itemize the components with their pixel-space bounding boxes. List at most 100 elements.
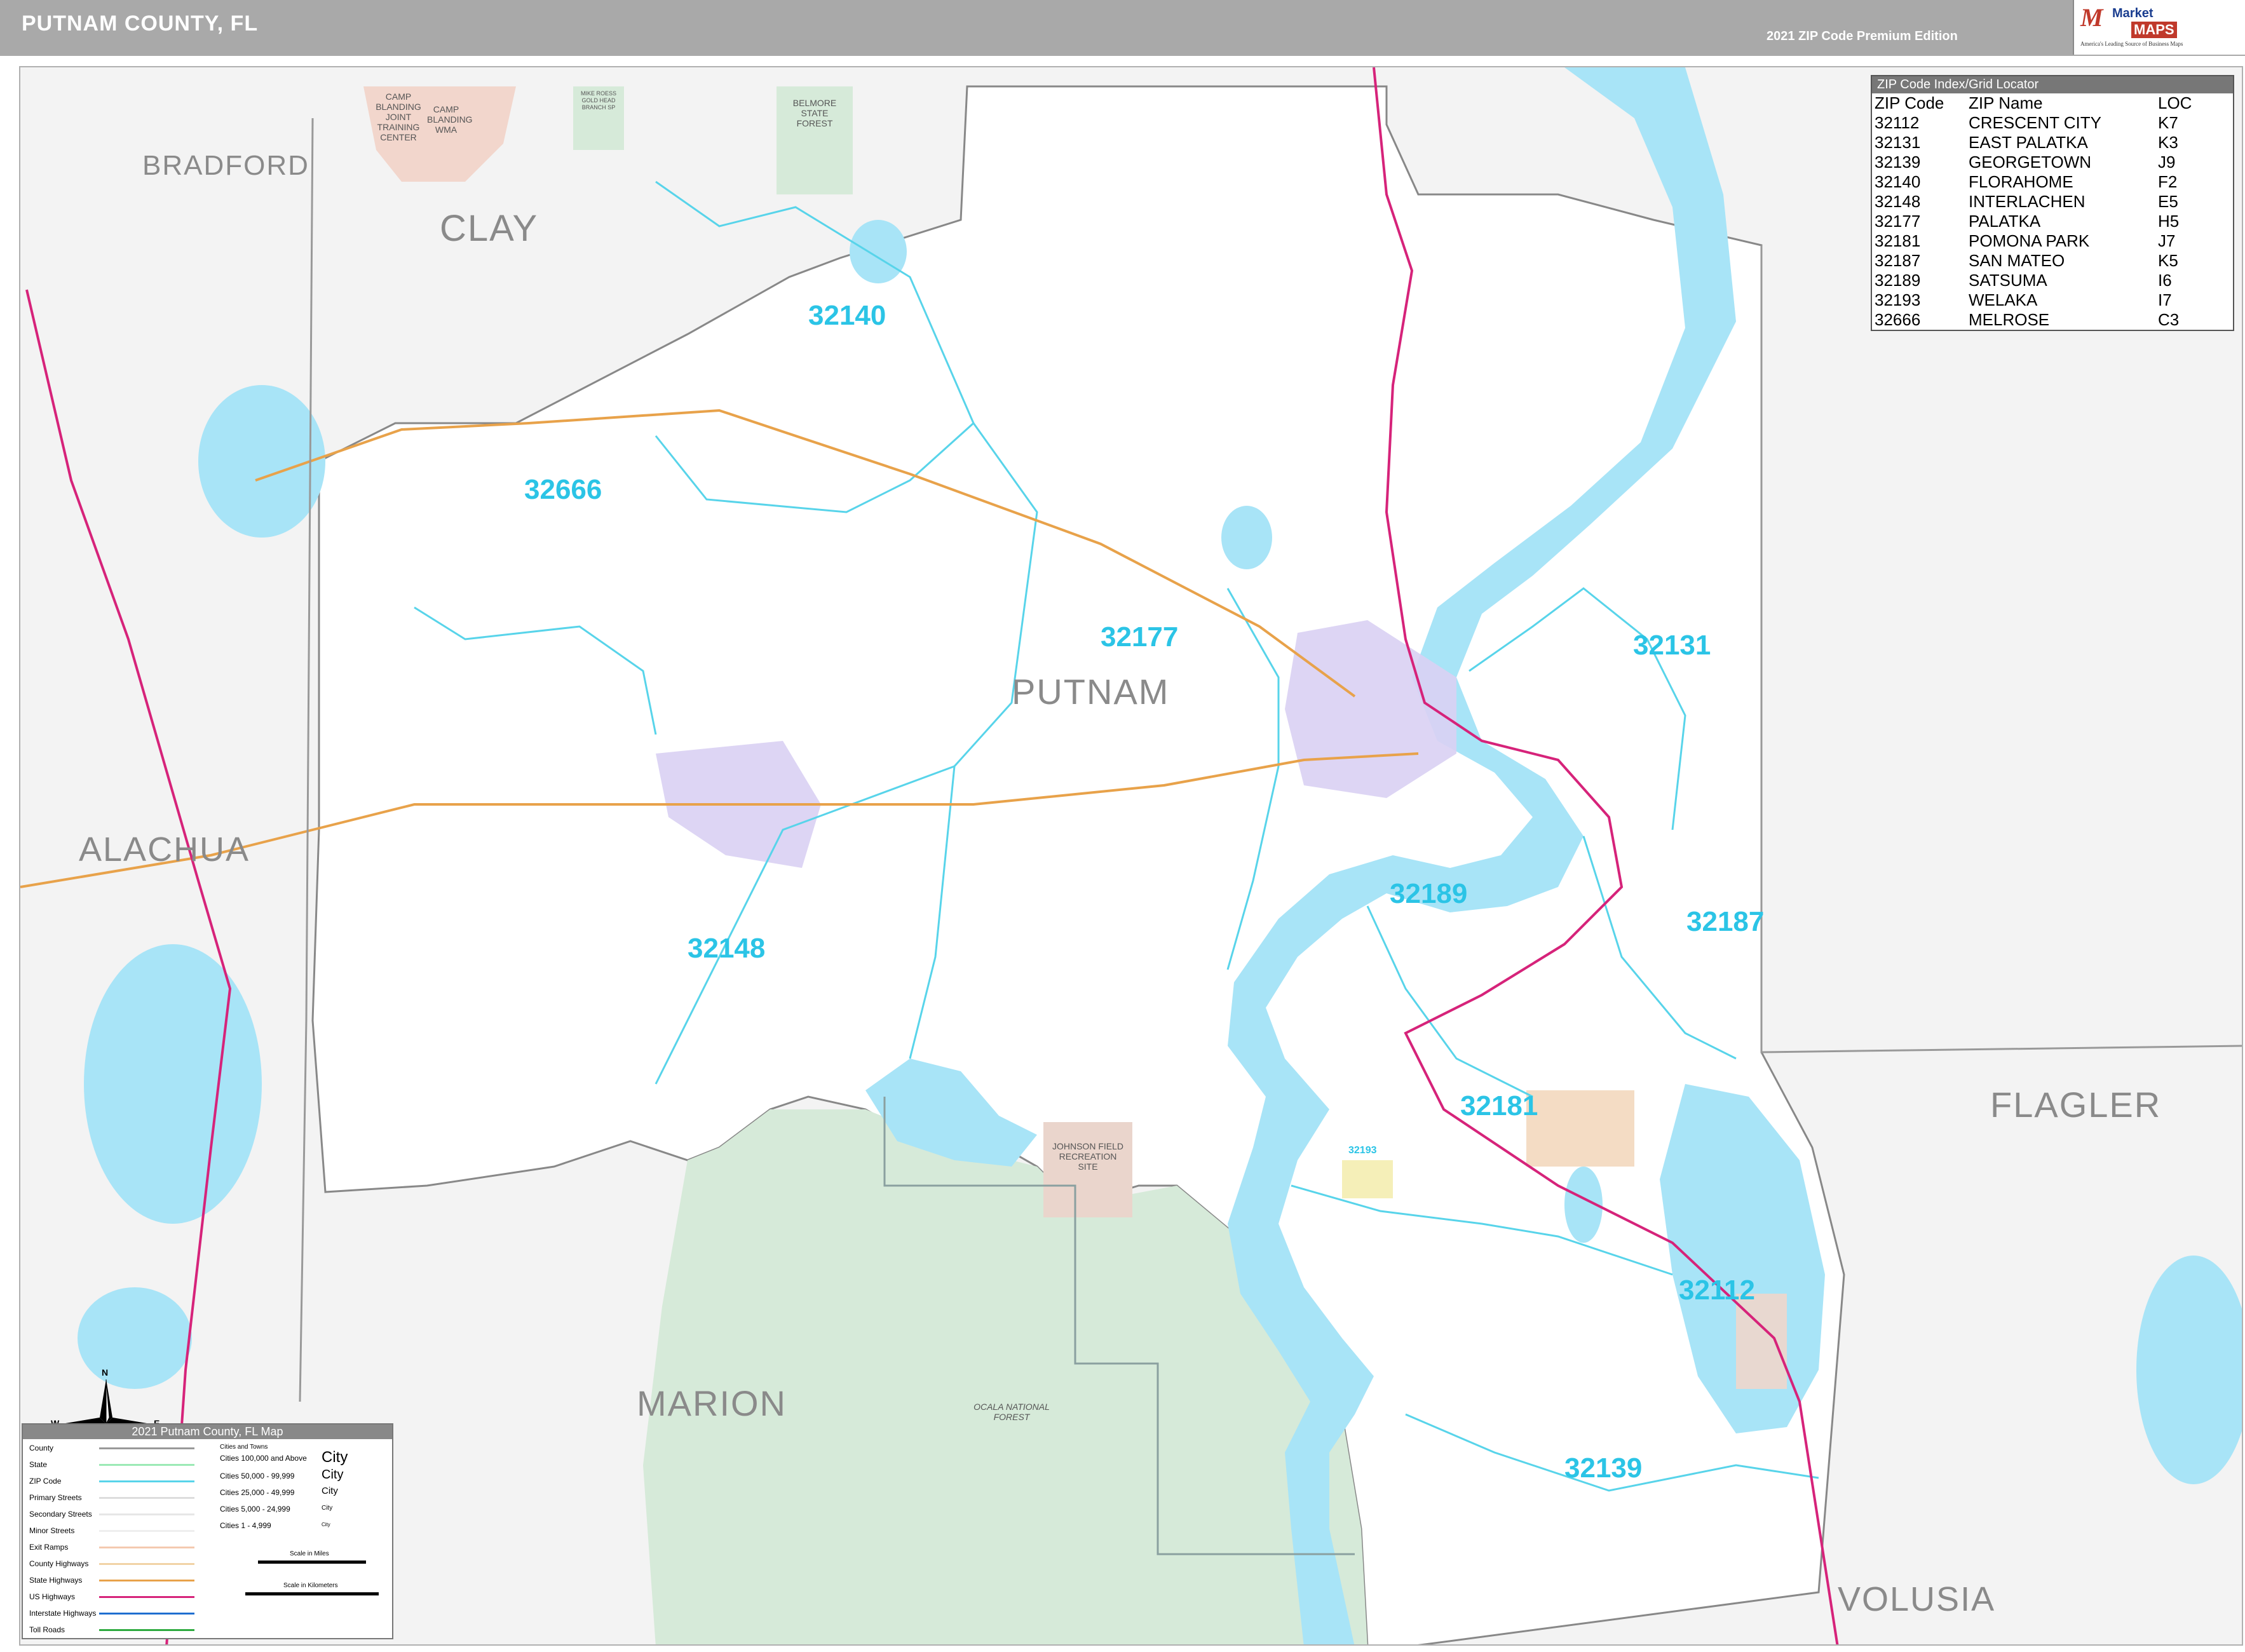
scale-km-bar bbox=[245, 1592, 379, 1595]
zip-label-32131: 32131 bbox=[1633, 630, 1711, 661]
zip-name-cell: PALATKA bbox=[1969, 212, 2041, 231]
legend-cities-header: Cities and Towns bbox=[220, 1444, 268, 1451]
zip-label-32666: 32666 bbox=[524, 474, 602, 505]
zip-label-32193: 32193 bbox=[1348, 1145, 1377, 1156]
zip-name-cell: FLORAHOME bbox=[1969, 172, 2073, 191]
zip-label-32189: 32189 bbox=[1390, 878, 1468, 909]
legend-row-minor: Minor Streets bbox=[29, 1526, 75, 1535]
logo-mark-icon: M bbox=[2080, 3, 2103, 32]
place-mike-roess: MIKE ROESS GOLD HEAD BRANCH SP bbox=[580, 90, 616, 111]
legend-row-us-hwy: US Highways bbox=[29, 1592, 76, 1601]
legend-row-county-hwy: County Highways bbox=[29, 1559, 89, 1568]
zip-loc-cell: K5 bbox=[2158, 251, 2178, 270]
table-row: 32177 PALATKA H5 bbox=[1872, 212, 2233, 231]
lake-north-1 bbox=[850, 220, 907, 283]
legend-line-county bbox=[99, 1447, 194, 1449]
zip-name-cell: WELAKA bbox=[1969, 290, 2038, 309]
legend-line-toll bbox=[99, 1629, 194, 1631]
zip-index-header-row: ZIP Code ZIP Name LOC bbox=[1872, 93, 2233, 113]
legend-row-state: State bbox=[29, 1460, 48, 1469]
county-label-alachua: ALACHUA bbox=[79, 830, 250, 869]
zip-name-cell: SATSUMA bbox=[1969, 271, 2047, 290]
logo-text-bottom: MAPS bbox=[2131, 22, 2177, 38]
zip-code-cell: 32139 bbox=[1875, 152, 1921, 172]
zip-name-cell: SAN MATEO bbox=[1969, 251, 2065, 270]
zip-name-cell: POMONA PARK bbox=[1969, 231, 2090, 250]
zip-loc-cell: C3 bbox=[2158, 310, 2180, 329]
scale-miles-bar bbox=[258, 1561, 366, 1564]
county-label-putnam: PUTNAM bbox=[1012, 672, 1170, 712]
zip-name-cell: GEORGETOWN bbox=[1969, 152, 2092, 172]
table-row: 32131 EAST PALATKA K3 bbox=[1872, 133, 2233, 152]
zip-code-index: ZIP Code Index/Grid Locator ZIP Code ZIP… bbox=[1871, 75, 2234, 331]
legend-line-primary bbox=[99, 1497, 194, 1499]
legend-line-secondary bbox=[99, 1513, 194, 1515]
legend-city-sample-4: City bbox=[322, 1505, 333, 1512]
zip-loc-cell: K3 bbox=[2158, 133, 2178, 152]
zip-loc-cell: E5 bbox=[2158, 192, 2178, 211]
legend-city-tier-1: Cities 100,000 and Above bbox=[220, 1454, 307, 1463]
table-row: 32139 GEORGETOWN J9 bbox=[1872, 152, 2233, 172]
legend-row-zip: ZIP Code bbox=[29, 1477, 62, 1486]
zip-label-32139: 32139 bbox=[1564, 1452, 1643, 1484]
map-title: PUTNAM COUNTY, FL bbox=[22, 11, 259, 36]
legend-city-tier-5: Cities 1 - 4,999 bbox=[220, 1521, 271, 1530]
zip-loc-cell: J7 bbox=[2158, 231, 2176, 250]
lake-west-2 bbox=[84, 944, 262, 1224]
zip-loc-cell: K7 bbox=[2158, 113, 2178, 132]
county-label-flagler: FLAGLER bbox=[1990, 1085, 2162, 1125]
table-row: 32187 SAN MATEO K5 bbox=[1872, 251, 2233, 271]
zip-loc-cell: F2 bbox=[2158, 172, 2178, 191]
legend-row-county: County bbox=[29, 1444, 54, 1452]
legend-row-state-hwy: State Highways bbox=[29, 1576, 83, 1585]
zip-code-cell: 32131 bbox=[1875, 133, 1921, 152]
place-ocala-forest: OCALA NATIONAL FOREST bbox=[973, 1402, 1050, 1422]
place-belmore: BELMORE STATE FOREST bbox=[792, 98, 837, 128]
legend-city-sample-5: City bbox=[322, 1522, 330, 1527]
legend-city-tier-4: Cities 5,000 - 24,999 bbox=[220, 1505, 290, 1513]
zip-code-cell: 32189 bbox=[1875, 271, 1921, 290]
zip-label-32187: 32187 bbox=[1686, 906, 1765, 937]
legend-line-us-hwy bbox=[99, 1596, 194, 1598]
zip-label-32181: 32181 bbox=[1460, 1090, 1538, 1121]
legend-line-minor bbox=[99, 1530, 194, 1532]
table-row: 32112 CRESCENT CITY K7 bbox=[1872, 113, 2233, 133]
county-boundary-east bbox=[1760, 245, 2242, 1053]
header-bar: PUTNAM COUNTY, FL 2021 ZIP Code Premium … bbox=[0, 0, 2245, 56]
zip-label-32140: 32140 bbox=[808, 300, 886, 331]
legend-city-sample-2: City bbox=[322, 1468, 344, 1482]
legend-line-county-hwy bbox=[99, 1563, 194, 1565]
table-row: 32666 MELROSE C3 bbox=[1872, 310, 2233, 330]
zip-index-table: ZIP Code ZIP Name LOC 32112 CRESCENT CITY… bbox=[1872, 93, 2233, 330]
county-label-marion: MARION bbox=[637, 1383, 787, 1423]
zip-name-cell: CRESCENT CITY bbox=[1969, 113, 2101, 132]
zip-name-cell: INTERLACHEN bbox=[1969, 192, 2086, 211]
compass-n: N bbox=[102, 1367, 109, 1378]
lake-crescent bbox=[2136, 1256, 2242, 1484]
county-boundary-west bbox=[299, 118, 314, 1402]
legend-line-state-hwy bbox=[99, 1580, 194, 1581]
legend-row-toll: Toll Roads bbox=[29, 1625, 65, 1634]
legend-line-interstate bbox=[99, 1613, 194, 1615]
place-camp-blanding-wma: CAMP BLANDING WMA bbox=[427, 104, 473, 135]
table-row: 32140 FLORAHOME F2 bbox=[1872, 172, 2233, 192]
legend-line-zip bbox=[99, 1480, 194, 1482]
zip-name-cell: MELROSE bbox=[1969, 310, 2050, 329]
legend-city-tier-2: Cities 50,000 - 99,999 bbox=[220, 1472, 295, 1480]
market-maps-logo: M Market MAPS America's Leading Source o… bbox=[2073, 0, 2245, 55]
zip-loc-cell: J9 bbox=[2158, 152, 2176, 172]
zip-loc-cell: I6 bbox=[2158, 271, 2172, 290]
lake-west-1 bbox=[198, 385, 325, 538]
zip-index-header-code: ZIP Code bbox=[1875, 93, 1944, 112]
legend-city-tier-3: Cities 25,000 - 49,999 bbox=[220, 1488, 295, 1497]
zip-code-cell: 32187 bbox=[1875, 251, 1921, 270]
legend-row-exit: Exit Ramps bbox=[29, 1543, 69, 1552]
table-row: 32181 POMONA PARK J7 bbox=[1872, 231, 2233, 251]
table-row: 32189 SATSUMA I6 bbox=[1872, 271, 2233, 290]
zip-index-header-loc: LOC bbox=[2158, 93, 2192, 112]
legend-row-interstate: Interstate Highways bbox=[29, 1609, 97, 1618]
lake-west-3 bbox=[78, 1287, 192, 1389]
zip-label-32177: 32177 bbox=[1101, 621, 1179, 653]
table-row: 32148 INTERLACHEN E5 bbox=[1872, 192, 2233, 212]
zip-code-cell: 32177 bbox=[1875, 212, 1921, 231]
